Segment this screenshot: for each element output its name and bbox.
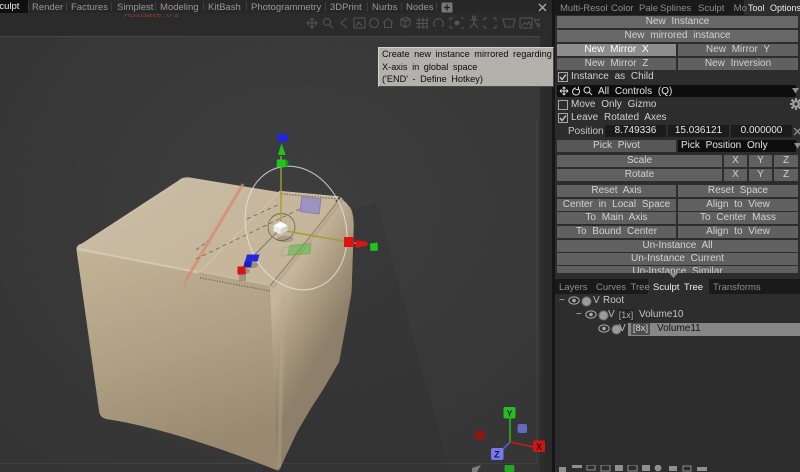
svg-text:X: X [536,442,542,452]
svg-text:Z: Z [494,450,500,460]
svg-text:Y: Y [506,409,512,419]
